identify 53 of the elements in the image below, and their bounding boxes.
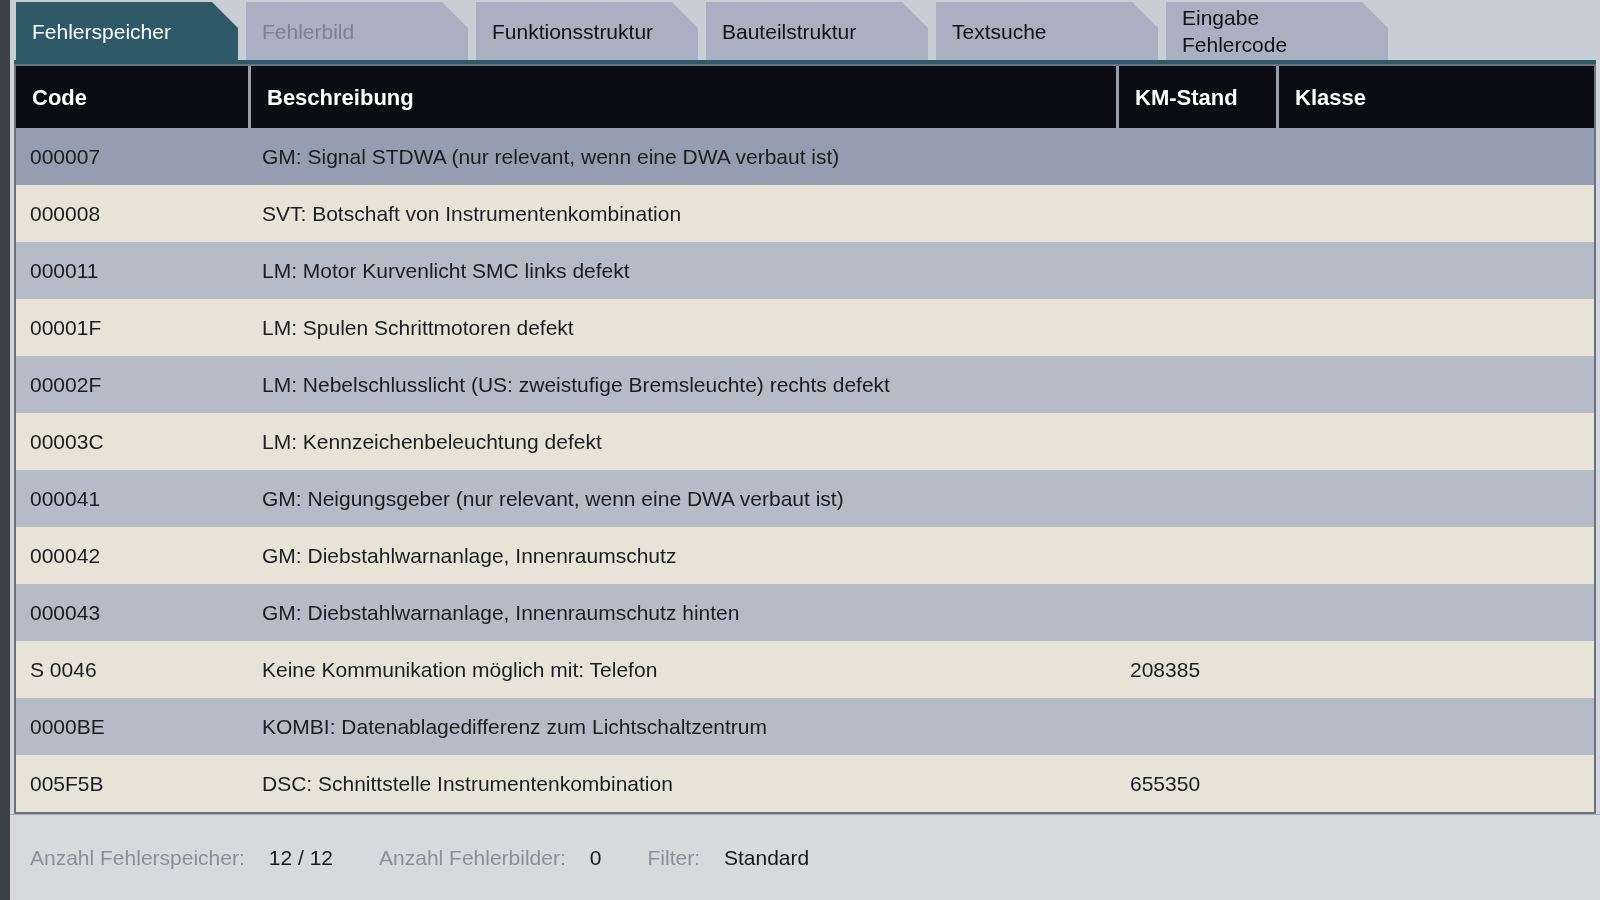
tab[interactable]: Funktionsstruktur (476, 2, 698, 60)
description-cell: Keine Kommunikation möglich mit: Telefon (262, 657, 658, 681)
table-row[interactable]: 000011 LM: Motor Kurvenlicht SMC links defekt (16, 242, 1594, 299)
table-row[interactable]: 000043 GM: Diebstahlwarnanlage, Innenraumschutz hinten (16, 584, 1594, 641)
code-cell: 000008 (30, 201, 101, 225)
description-cell: LM: Motor Kurvenlicht SMC links defekt (262, 258, 630, 282)
code-cell: 00001F (30, 315, 102, 339)
table-row[interactable]: 000007 GM: Signal STDWA (nur relevant, wenn eine DWA verbaut ist) (16, 128, 1594, 185)
description-cell: KOMBI: Datenablagedifferenz zum Lichtschaltzentrum (262, 714, 768, 738)
km-stand-cell: 208385 (1130, 657, 1201, 681)
status-label: Anzahl Fehlerbilder: (379, 844, 566, 871)
code-cell: 000043 (30, 600, 101, 624)
table-row[interactable]: 0000BE KOMBI: Datenablagedifferenz zum Lichtschaltzentrum (16, 698, 1594, 755)
code-cell: 0000BE (30, 714, 105, 738)
km-stand-cell: 655350 (1130, 771, 1201, 795)
description-cell: GM: Diebstahlwarnanlage, Innenraumschutz (262, 543, 677, 567)
description-cell: SVT: Botschaft von Instrumentenkombination (262, 201, 682, 225)
tab[interactable]: Eingabe Fehlercode (1166, 2, 1388, 60)
status-label: Filter: (647, 844, 700, 871)
description-cell: DSC: Schnittstelle Instrumentenkombination (262, 771, 673, 795)
code-cell: 000042 (30, 543, 101, 567)
table-row[interactable]: 000042 GM: Diebstahlwarnanlage, Innenraumschutz (16, 527, 1594, 584)
status-value: 12 / 12 (268, 844, 333, 871)
code-cell: 000011 (30, 258, 99, 282)
tab[interactable]: Fehlerspeicher (16, 2, 238, 60)
code-cell: 000007 (30, 144, 101, 168)
table-row[interactable]: 00002F LM: Nebelschlusslicht (US: zweistufige Bremsleuchte) rechts defekt (16, 356, 1594, 413)
description-cell: GM: Diebstahlwarnanlage, Innenraumschutz hinten (262, 600, 740, 624)
code-cell: S 0046 (30, 657, 97, 681)
table-row[interactable]: 000008 SVT: Botschaft von Instrumentenkombination (16, 185, 1594, 242)
description-cell: GM: Neigungsgeber (nur relevant, wenn eine DWA verbaut ist) (262, 486, 844, 510)
tab[interactable]: Bauteilstruktur (706, 2, 928, 60)
status-value: Standard (723, 844, 810, 871)
status-label: Anzahl Fehlerspeicher: (30, 844, 245, 871)
description-cell: LM: Spulen Schrittmotoren defekt (262, 315, 574, 339)
table-row[interactable]: 00003C LM: Kennzeichenbeleuchtung defekt (16, 413, 1594, 470)
code-cell: 000041 (30, 486, 101, 510)
description-cell: LM: Nebelschlusslicht (US: zweistufige Bremsleuchte) rechts defekt (262, 372, 890, 396)
table-row[interactable]: S 0046 Keine Kommunikation möglich mit: Telefon 208385 (16, 641, 1594, 698)
code-cell: 00002F (30, 372, 102, 396)
code-cell: 00003C (30, 429, 104, 453)
column-header[interactable]: Beschreibung (267, 80, 414, 114)
table-row[interactable]: 00001F LM: Spulen Schrittmotoren defekt (16, 299, 1594, 356)
column-header[interactable]: Code (32, 80, 87, 114)
table-row[interactable]: 000041 GM: Neigungsgeber (nur relevant, wenn eine DWA verbaut ist) (16, 470, 1594, 527)
column-header[interactable]: Klasse (1295, 80, 1366, 114)
tab[interactable]: Textsuche (936, 2, 1158, 60)
table-row[interactable]: 005F5B DSC: Schnittstelle Instrumentenkombination 655350 (16, 755, 1594, 812)
description-cell: LM: Kennzeichenbeleuchtung defekt (262, 429, 602, 453)
code-cell: 005F5B (30, 771, 104, 795)
description-cell: GM: Signal STDWA (nur relevant, wenn eine DWA verbaut ist) (262, 144, 840, 168)
column-header[interactable]: KM-Stand (1135, 80, 1238, 114)
status-value: 0 (589, 844, 602, 871)
